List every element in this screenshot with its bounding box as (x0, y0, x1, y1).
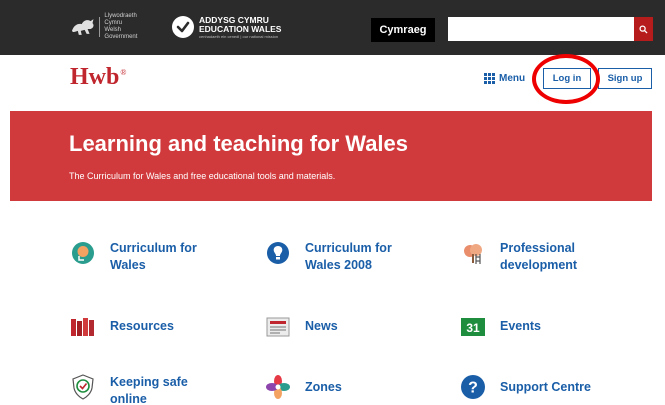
calendar-day: 31 (466, 321, 480, 335)
tile-support-centre[interactable]: ? Support Centre (460, 374, 640, 400)
grid-menu-icon (484, 73, 495, 84)
gov-logo-line2: Welsh Government (104, 27, 138, 40)
tile-resources[interactable]: Resources (70, 314, 230, 340)
tile-label: News (305, 319, 338, 333)
registered-mark: ® (120, 68, 127, 77)
education-wales-text: ADDYSG CYMRU EDUCATION WALES cenhadaeth … (199, 15, 282, 39)
tile-events[interactable]: 31 Events (460, 314, 620, 340)
ew-logo-tagline: cenhadaeth ein cenedl | our national mis… (199, 33, 279, 39)
gov-logo-line1: Llywodraeth Cymru (104, 13, 137, 26)
search-icon (639, 24, 648, 34)
search-button[interactable] (634, 17, 653, 41)
menu-label: Menu (499, 73, 526, 84)
pinwheel-icon (265, 374, 291, 400)
login-button[interactable]: Log in (543, 68, 591, 89)
tile-news[interactable]: News (265, 314, 425, 340)
lightbulb-icon (265, 240, 291, 266)
ew-logo-line2: EDUCATION WALES (199, 23, 282, 34)
tile-label: Events (500, 319, 541, 333)
tile-label: Support Centre (500, 380, 591, 394)
top-bar: Llywodraeth Cymru Welsh Government ADDYS… (0, 0, 665, 55)
shield-badge-icon (70, 374, 96, 400)
tile-label: Zones (305, 380, 342, 394)
calendar-icon: 31 (460, 314, 486, 340)
checkmark-icon (172, 16, 194, 38)
help-glyph: ? (468, 380, 478, 397)
curriculum-head-icon (70, 240, 96, 266)
language-toggle-button[interactable]: Cymraeg (371, 18, 435, 42)
tree-ladder-icon (460, 240, 486, 266)
tile-curriculum-2008[interactable]: Curriculum for Wales 2008 (265, 240, 425, 274)
books-icon (70, 314, 96, 340)
hwb-logo[interactable]: Hwb® (70, 64, 126, 91)
tile-label: Keeping safe online (110, 375, 188, 405)
menu-button[interactable]: Menu (484, 73, 525, 84)
newspaper-icon (265, 314, 291, 340)
site-header: Hwb® Menu Log in Sign up (0, 55, 665, 111)
hero-banner: Learning and teaching for Wales The Curr… (10, 111, 652, 201)
signup-button[interactable]: Sign up (598, 68, 652, 89)
tile-label: Curriculum for Wales (110, 241, 197, 272)
hero-title: Learning and teaching for Wales (69, 131, 409, 156)
search-input[interactable] (448, 17, 634, 41)
tile-label: Curriculum for Wales 2008 (305, 241, 392, 272)
welsh-government-logo[interactable]: Llywodraeth Cymru Welsh Government (70, 13, 155, 41)
tile-professional-development[interactable]: Professional development (460, 240, 630, 274)
hero-subtitle: The Curriculum for Wales and free educat… (69, 171, 336, 181)
tile-label: Resources (110, 319, 174, 333)
tile-zones[interactable]: Zones (265, 374, 425, 400)
tile-keeping-safe-online[interactable]: Keeping safe online (70, 374, 230, 405)
help-icon: ? (460, 374, 486, 400)
education-wales-logo[interactable]: ADDYSG CYMRU EDUCATION WALES cenhadaeth … (172, 14, 281, 40)
tile-label: Professional development (500, 241, 578, 272)
hwb-logo-text: Hwb (70, 64, 120, 90)
dragon-icon (71, 19, 94, 35)
tile-curriculum-for-wales[interactable]: Curriculum for Wales (70, 240, 230, 274)
gov-logo-text: Llywodraeth Cymru Welsh Government (104, 13, 155, 41)
logo-divider (99, 17, 101, 37)
